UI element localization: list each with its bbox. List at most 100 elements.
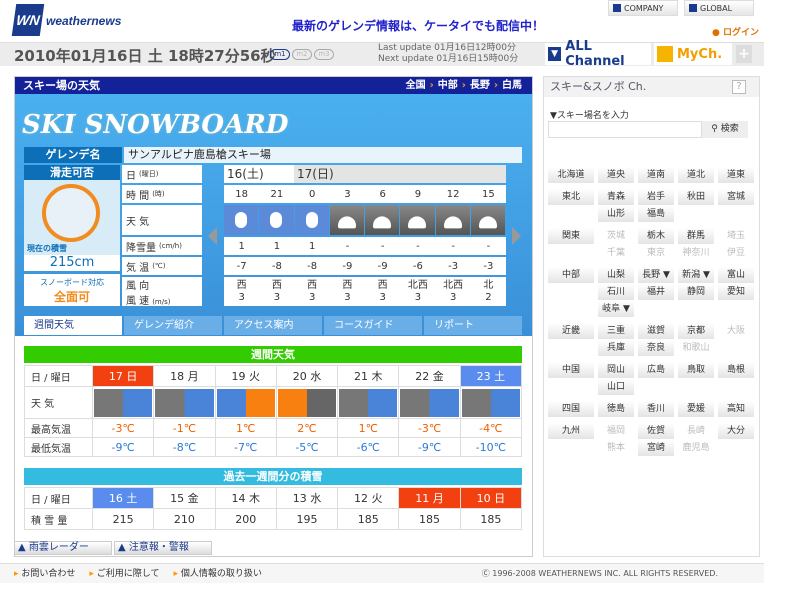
tab-weekly[interactable]: 週間天気 [24,316,122,335]
temp-cell: -3 [448,260,459,272]
prefecture-button: 鹿児島 [682,443,710,453]
mode-m2-button[interactable]: m2 [292,49,312,60]
weather-icon [94,388,153,417]
region-近畿[interactable]: 近畿 [548,323,594,339]
prefecture-button[interactable]: 島根 [718,362,754,378]
prefecture-button[interactable]: 石川 [598,284,634,300]
weather-cell [275,386,339,419]
weather-cell [153,386,216,419]
prefecture-button[interactable]: 佐賀 [638,423,674,439]
region-row: 中部 山梨 長野 ▼ 新潟 ▼ 富山 [548,267,758,284]
prefecture-button[interactable]: 徳島 [598,401,634,417]
footer-link-contact[interactable]: お問い合わせ [14,569,75,579]
mode-m3-button[interactable]: m3 [314,49,334,60]
tab-report[interactable]: リポート [424,316,522,335]
prefecture-button[interactable]: 岐阜 ▼ [598,301,634,317]
prefecture-button[interactable]: 岡山 [598,362,634,378]
prefecture-button[interactable]: 宮崎 [638,440,674,456]
prefecture-button[interactable]: 道東 [718,167,754,183]
login-link[interactable]: ● ログイン [712,25,759,38]
hour-cell: 18 [235,188,248,200]
search-button[interactable]: ⚲ 検索 [702,121,748,138]
mych-button[interactable]: MyCh. [654,43,732,65]
mode-m1-button[interactable]: m1 [270,49,290,60]
company-button[interactable]: COMPANY [608,0,678,16]
region-row: 東北 青森 岩手 秋田 宮城 [548,189,758,206]
prefecture-button[interactable]: 道央 [598,167,634,183]
warnings-tab[interactable]: ▲ 注意報・警報 [114,541,212,555]
prefecture-button[interactable]: 奈良 [638,340,674,356]
tab-access[interactable]: アクセス案内 [224,316,322,335]
snowboard-label: スノーボード対応 [40,278,104,287]
crumb-chubu[interactable]: 中部 [438,80,458,91]
prefecture-button[interactable]: 静岡 [678,284,714,300]
prefecture-button[interactable]: 三重 [598,323,634,339]
region-row: 熊本 宮崎 鹿児島 [548,440,758,457]
add-channel-button[interactable]: + [736,45,752,63]
prefecture-button[interactable]: 香川 [638,401,674,417]
global-button[interactable]: GLOBAL [684,0,754,16]
region-東北[interactable]: 東北 [548,189,594,205]
prefecture-button[interactable]: 栃木 [638,228,674,244]
ski-search-input[interactable] [548,121,702,138]
prefecture-button[interactable]: 道北 [678,167,714,183]
prefecture-button[interactable]: 富山 [718,267,754,283]
day-cell: 23 土 [459,365,523,387]
prev-arrow-icon[interactable] [208,227,217,245]
region-関東[interactable]: 関東 [548,228,594,244]
region-四国[interactable]: 四国 [548,401,594,417]
prefecture-button[interactable]: 山口 [598,379,634,395]
promo-link[interactable]: 最新のゲレンデ情報は、ケータイでも配信中！ [292,17,544,34]
rain-radar-tab[interactable]: ▲ 雨雲レーダー [14,541,112,555]
footer-link-privacy[interactable]: 個人情報の取り扱い [174,569,262,579]
prefecture-button[interactable]: 高知 [718,401,754,417]
logo[interactable]: WN [11,4,45,36]
prefecture-button[interactable]: 岩手 [638,189,674,205]
help-button[interactable]: ? [732,80,746,94]
prefecture-button: 神奈川 [682,248,710,258]
tab-course[interactable]: コースガイド [324,316,422,335]
tab-gelande[interactable]: ゲレンデ紹介 [124,316,222,335]
prefecture-button[interactable]: 宮城 [718,189,754,205]
prefecture-button[interactable]: 愛媛 [678,401,714,417]
prefecture-button[interactable]: 群馬 [678,228,714,244]
breadcrumb: 全国 › 中部 › 長野 › 白馬 [405,80,522,91]
region-九州[interactable]: 九州 [548,423,594,439]
prefecture-button[interactable]: 京都 [678,323,714,339]
prefecture-button[interactable]: 山梨 [598,267,634,283]
crumb-zenkoku[interactable]: 全国 [406,80,426,91]
region-row: 石川 福井 静岡 愛知 [548,284,758,301]
region-中部[interactable]: 中部 [548,267,594,283]
prefecture-button[interactable]: 大分 [718,423,754,439]
prefecture-button[interactable]: 青森 [598,189,634,205]
region-北海道[interactable]: 北海道 [548,167,594,183]
temp-cell: -9 [377,260,388,272]
prefecture-button[interactable]: 愛知 [718,284,754,300]
prefecture-button[interactable]: 福井 [638,284,674,300]
prefecture-button[interactable]: 福島 [638,206,674,222]
prefecture-button: 埼玉 [726,231,745,241]
snow-amount-cell: 185 [398,508,461,530]
brand-name[interactable]: weathernews [46,14,121,28]
prefecture-button[interactable]: 兵庫 [598,340,634,356]
weather-icon [339,388,398,417]
prefecture-button[interactable]: 新潟 ▼ [678,267,714,283]
wind-cell: 西3 [271,279,282,303]
footer-link-terms[interactable]: ご利用に際して [89,569,159,579]
prefecture-button[interactable]: 長野 ▼ [638,267,674,283]
prefecture-button[interactable]: 鳥取 [678,362,714,378]
next-arrow-icon[interactable] [512,227,521,245]
temp-cell: -3 [483,260,494,272]
wind-cell: 北西 3 [443,279,464,303]
panel-title: スキー場の天気 [23,79,100,92]
prefecture-button[interactable]: 秋田 [678,189,714,205]
region-中国[interactable]: 中国 [548,362,594,378]
crumb-nagano[interactable]: 長野 [470,80,490,91]
prefecture-button[interactable]: 山形 [598,206,634,222]
all-channel-button[interactable]: ▼ ALL Channel [545,39,651,69]
prefecture-button[interactable]: 道南 [638,167,674,183]
prefecture-button[interactable]: 滋賀 [638,323,674,339]
prefecture-button[interactable]: 広島 [638,362,674,378]
login-label: ログイン [723,28,760,38]
region-row: 兵庫 奈良 和歌山 [548,340,758,357]
